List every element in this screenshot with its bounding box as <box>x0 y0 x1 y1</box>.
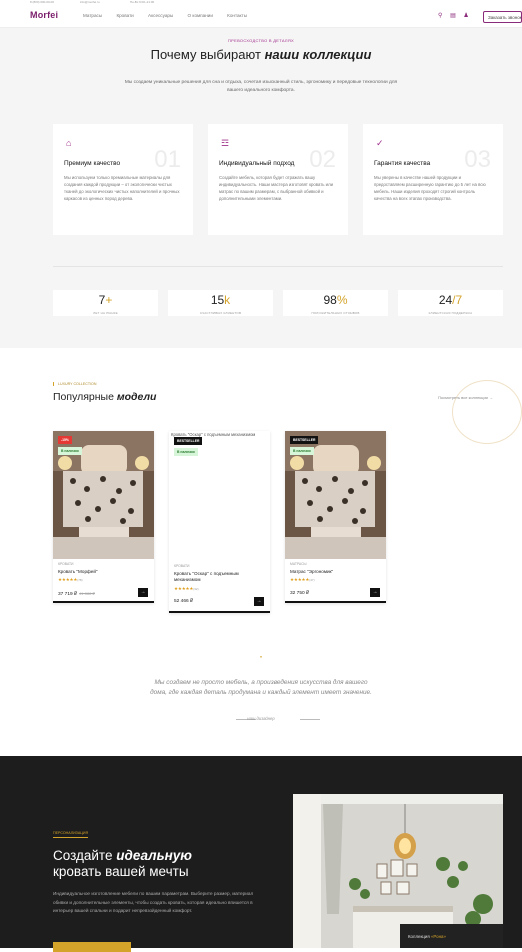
card-title: Гарантия качества <box>374 160 431 167</box>
home-icon: ⌂ <box>66 138 72 148</box>
view-all-link[interactable]: Посмотреть все коллекции → <box>438 395 493 400</box>
bestseller-badge: BESTSELLER <box>290 436 319 444</box>
product-name[interactable]: Кровать "Морфей" <box>58 569 150 575</box>
rating-stars: ★★★★★(47) <box>290 577 315 582</box>
call-request-button[interactable]: Заказать звонок <box>483 11 522 23</box>
product-image[interactable]: BESTSELLER В наличии <box>285 431 386 559</box>
bestseller-badge: BESTSELLER <box>174 437 203 445</box>
product-category: КРОВАТИ <box>174 564 190 568</box>
section-divider <box>53 266 503 267</box>
feature-card-quality: ⌂ 01 Премиум качество Мы используем толь… <box>53 124 193 235</box>
popular-title: Популярные модели <box>53 391 157 403</box>
nav-item-contacts[interactable]: Контакты <box>227 13 247 18</box>
card-title: Индивидуальный подход <box>219 160 295 167</box>
add-to-cart-button[interactable]: → <box>254 597 264 606</box>
site-header: Morfei Матрасы Кровати Аксессуары О комп… <box>0 4 522 28</box>
quote-line-right <box>300 719 320 720</box>
nav-item-accessories[interactable]: Аксессуары <box>148 13 173 18</box>
card-title: Премиум качество <box>64 160 121 167</box>
custom-title: Создайте идеальную кровать вашей мечты <box>53 848 192 879</box>
product-image-broken[interactable]: Кровать "Оскар" с подъемным механизмом B… <box>169 431 270 559</box>
stat-reviews: 98% ПОЛОЖИТЕЛЬНЫХ ОТЗЫВОВ <box>283 290 388 316</box>
stock-badge: В наличии <box>174 448 198 456</box>
add-to-cart-button[interactable]: → <box>370 588 380 597</box>
card-number: 02 <box>309 146 336 173</box>
collection-caption: Коллекция «Рона» <box>400 924 503 948</box>
rating-stars: ★★★★★(78) <box>58 577 83 582</box>
product-price: 52 466 ₽ <box>174 599 194 604</box>
custom-bed-section: ПЕРСОНАЛИЗАЦИЯ Создайте идеальную кроват… <box>0 756 522 952</box>
rating-stars: ★★★★★(32) <box>174 586 199 591</box>
logo[interactable]: Morfei <box>30 10 58 20</box>
cart-icon[interactable]: ▤ <box>450 13 456 19</box>
main-nav: Матрасы Кровати Аксессуары О компании Ко… <box>83 13 260 18</box>
card-number: 01 <box>154 146 181 173</box>
popular-kicker: LUXURY COLLECTION <box>53 382 96 386</box>
card-number: 03 <box>464 146 491 173</box>
product-price: 37 719 ₽41 888 ₽ <box>58 591 95 597</box>
stat-clients: 15k СЧАСТЛИВЫХ КЛИЕНТОВ <box>168 290 273 316</box>
product-price: 32 750 ₽ <box>290 591 310 596</box>
product-image[interactable]: -15% В наличии <box>53 431 154 559</box>
sofa-icon: ☲ <box>221 138 230 148</box>
stock-badge: В наличии <box>290 447 314 455</box>
custom-kicker: ПЕРСОНАЛИЗАЦИЯ <box>53 831 89 838</box>
product-card-oskar[interactable]: Кровать "Оскар" с подъемным механизмом B… <box>169 431 270 613</box>
nav-item-about[interactable]: О компании <box>188 13 213 18</box>
add-to-cart-button[interactable]: → <box>138 588 148 597</box>
stat-support: 24/7 КЛИЕНТСКАЯ ПОДДЕРЖКА <box>398 290 503 316</box>
header-icons: ⚲ ▤ ♟ <box>438 12 475 19</box>
feature-card-guarantee: ✓ 03 Гарантия качества Мы уверены в каче… <box>363 124 503 235</box>
card-text: Мы уверены в качестве нашей продукции и … <box>374 175 486 201</box>
why-section: ПРЕВОСХОДСТВО В ДЕТАЛЯХ Почему выбирают … <box>0 28 522 348</box>
card-text: Мы используем только премиальные материа… <box>64 175 180 201</box>
card-text: Создайте мебель, которая будет отражать … <box>219 175 333 201</box>
custom-text: Индивидуальное изготовление мебели по ва… <box>53 891 254 913</box>
product-name[interactable]: Матрас "Эргономик" <box>290 569 382 575</box>
user-icon[interactable]: ♟ <box>463 13 468 19</box>
product-category: КРОВАТИ <box>58 562 74 566</box>
check-shield-icon: ✓ <box>376 138 384 148</box>
decorative-circle <box>452 380 522 444</box>
stock-badge: В наличии <box>58 447 82 455</box>
quote-mark: " <box>259 656 263 663</box>
product-card-ergonomik[interactable]: BESTSELLER В наличии МАТРАСЫ Матрас "Эрг… <box>285 431 386 603</box>
why-kicker: ПРЕВОСХОДСТВО В ДЕТАЛЯХ <box>227 38 295 43</box>
nav-item-mattresses[interactable]: Матрасы <box>83 13 102 18</box>
search-icon[interactable]: ⚲ <box>438 13 442 19</box>
nav-item-beds[interactable]: Кровати <box>116 13 133 18</box>
quote-author: наш дизайнер <box>247 716 275 721</box>
product-card-morfei[interactable]: -15% В наличии КРОВАТИ Кровать "Морфей" … <box>53 431 154 603</box>
feature-card-individual: ☲ 02 Индивидуальный подход Создайте мебе… <box>208 124 348 235</box>
why-title: Почему выбирают наши коллекции <box>150 47 372 62</box>
quote-text: Мы создаем не просто мебель, а произведе… <box>150 679 372 696</box>
custom-cta-button[interactable] <box>53 942 131 952</box>
product-name[interactable]: Кровать "Оскар" с подъемным механизмом <box>174 571 266 584</box>
discount-badge: -15% <box>58 436 72 444</box>
product-category: МАТРАСЫ <box>290 562 307 566</box>
why-lead: Мы создаем уникальные решения для сна и … <box>124 80 398 93</box>
stat-years: 7+ ЛЕТ НА РЫНКЕ <box>53 290 158 316</box>
